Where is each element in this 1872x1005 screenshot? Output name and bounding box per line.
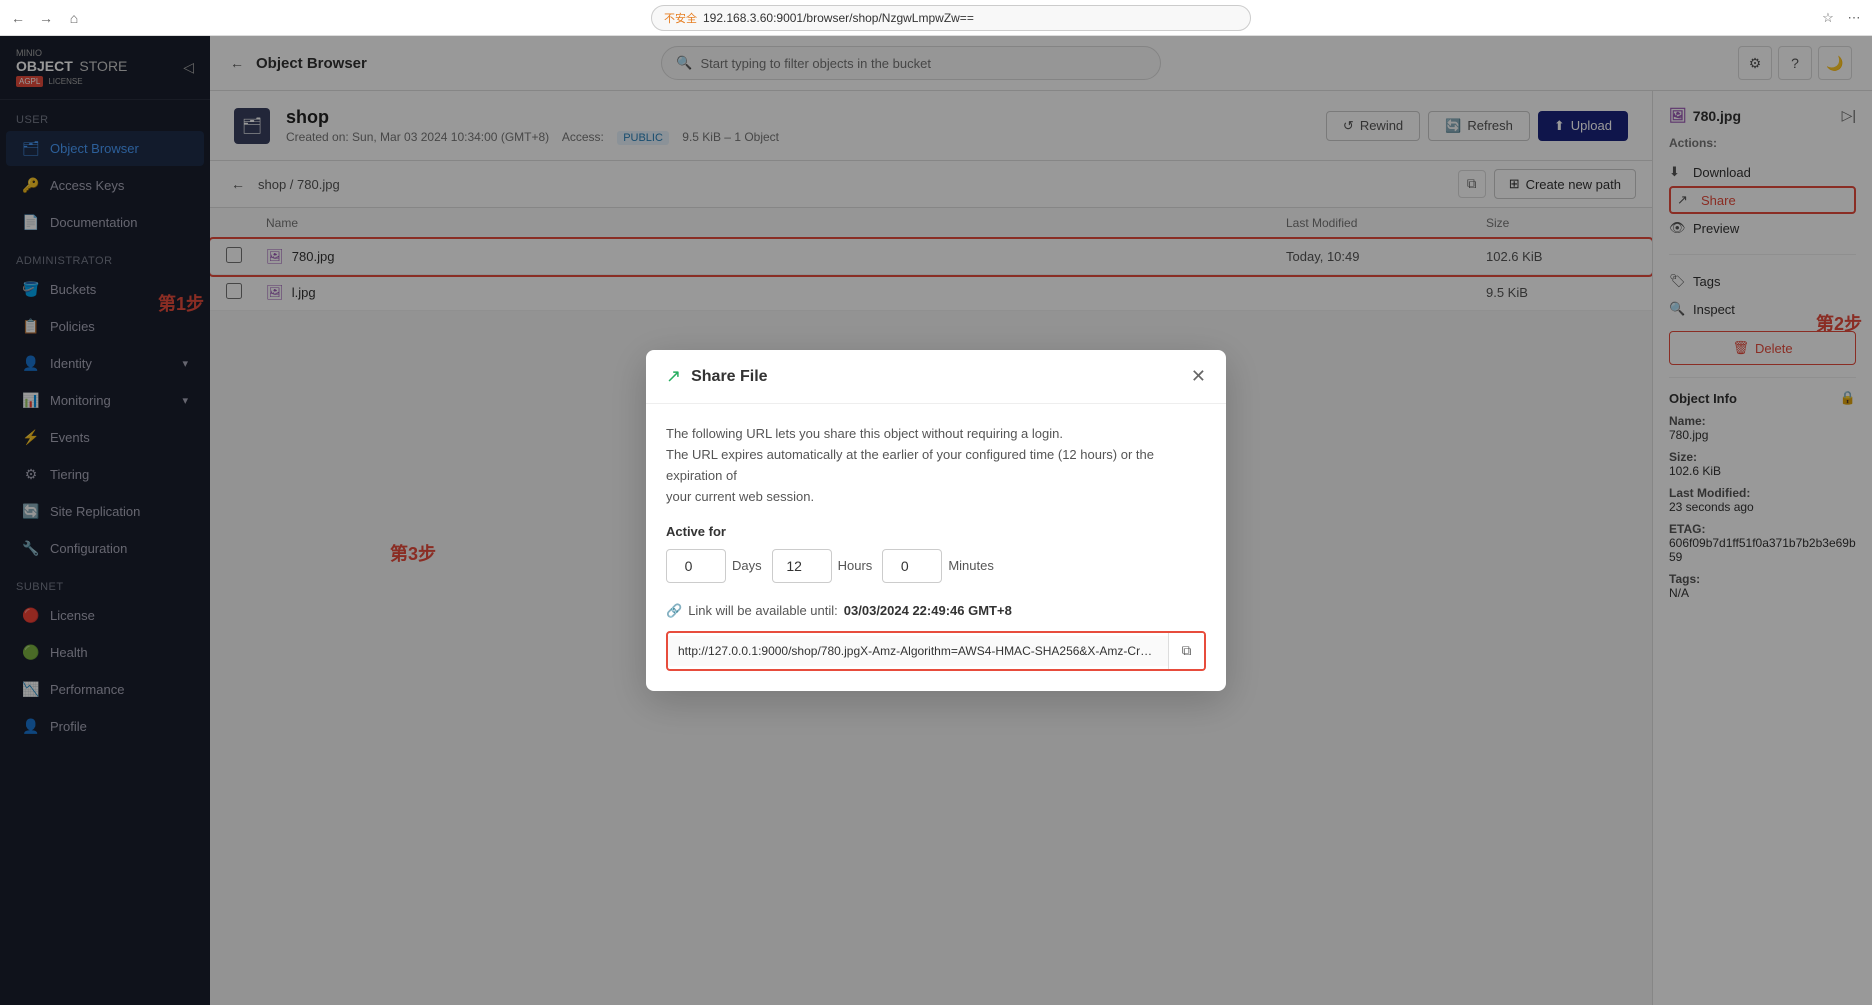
hours-label: Hours [838,558,873,573]
days-label: Days [732,558,762,573]
security-warning-icon: 不安全 [664,10,697,26]
minutes-input[interactable] [882,549,942,583]
link-available-row: 🔗 Link will be available until: 03/03/20… [666,603,1206,619]
browser-chrome: ← → ⌂ 不安全 192.168.3.60:9001/browser/shop… [0,0,1872,36]
minutes-group: Minutes [882,549,994,583]
url-copy-button[interactable]: ⧉ [1168,633,1204,669]
browser-actions: ☆ ⋯ [1818,8,1864,28]
modal-header: ↗ Share File ✕ [646,350,1226,404]
hours-group: Hours [772,549,873,583]
modal-overlay: ↗ Share File ✕ The following URL lets yo… [0,36,1872,1005]
active-for-label: Active for [666,524,1206,539]
days-input[interactable] [666,549,726,583]
browser-forward-btn[interactable]: → [36,8,56,28]
modal-body: The following URL lets you share this ob… [646,404,1226,690]
browser-star-btn[interactable]: ☆ [1818,8,1838,28]
link-available-prefix: Link will be available until: [688,603,838,618]
url-row: http://127.0.0.1:9000/shop/780.jpgX-Amz-… [666,631,1206,671]
days-group: Days [666,549,762,583]
url-text: 192.168.3.60:9001/browser/shop/NzgwLmpwZ… [703,11,974,25]
modal-share-icon: ↗ [666,366,681,387]
link-available-date: 03/03/2024 22:49:46 GMT+8 [844,603,1012,618]
modal-desc-line2: The URL expires automatically at the ear… [666,445,1206,487]
browser-settings-btn[interactable]: ⋯ [1844,8,1864,28]
time-inputs: Days Hours Minutes [666,549,1206,583]
minutes-label: Minutes [948,558,994,573]
modal-desc-line3: your current web session. [666,487,1206,508]
browser-home-btn[interactable]: ⌂ [64,8,84,28]
modal-desc-line1: The following URL lets you share this ob… [666,424,1206,445]
hours-input[interactable] [772,549,832,583]
share-url-text: http://127.0.0.1:9000/shop/780.jpgX-Amz-… [668,636,1168,666]
browser-back-btn[interactable]: ← [8,8,28,28]
modal-title: Share File [691,368,767,386]
browser-url-bar: 不安全 192.168.3.60:9001/browser/shop/NzgwL… [651,5,1251,31]
modal-description: The following URL lets you share this ob… [666,424,1206,507]
link-icon: 🔗 [666,603,682,619]
modal-close-button[interactable]: ✕ [1191,366,1206,387]
share-file-modal: ↗ Share File ✕ The following URL lets yo… [646,350,1226,690]
